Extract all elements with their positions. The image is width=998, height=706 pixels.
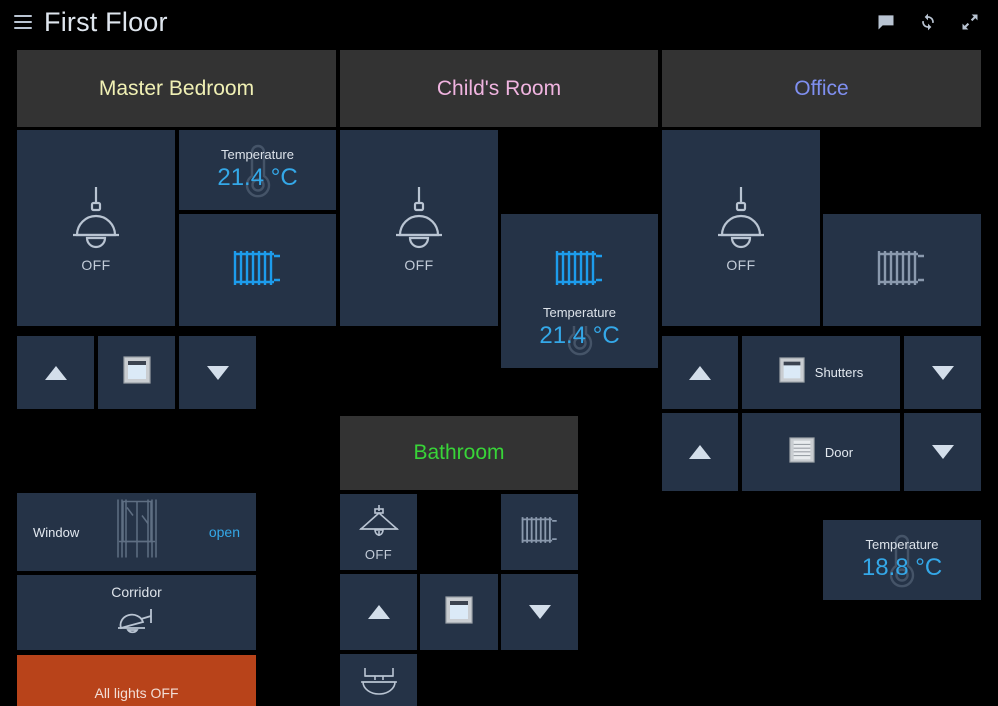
temperature-label: Temperature [221, 147, 294, 163]
arrow-down-icon [931, 445, 954, 459]
temperature-value: 18.8 °C [861, 553, 943, 581]
dashboard-canvas: Master Bedroom OFF Temperature 21.4 °C W… [0, 44, 998, 706]
shutter-up-master-bedroom[interactable] [17, 336, 94, 409]
arrow-down-icon [931, 365, 954, 380]
door-down-office[interactable] [904, 413, 981, 491]
radiator-icon [873, 242, 931, 299]
pendant-lamp-icon: OFF [388, 183, 450, 273]
shutter-stop-bathroom[interactable] [420, 574, 498, 650]
light-state-label: OFF [726, 257, 756, 273]
shutter-up-bathroom[interactable] [340, 574, 417, 650]
blind-open-icon [445, 595, 473, 629]
radiator-icon [518, 510, 562, 555]
shutters-label: Shutters [814, 365, 864, 380]
room-title: Bathroom [413, 441, 505, 464]
room-header-office[interactable]: Office [662, 50, 981, 127]
all-lights-off-label: All lights OFF [94, 684, 179, 701]
temperature-tile-master-bedroom[interactable]: Temperature 21.4 °C [179, 130, 336, 210]
radiator-icon [229, 242, 287, 299]
temperature-label: Temperature [543, 305, 616, 321]
room-title: Master Bedroom [98, 76, 255, 100]
fullscreen-icon[interactable] [960, 12, 980, 32]
pendant-lamp-icon: OFF [710, 183, 772, 273]
light-toggle-bathroom[interactable]: OFF [340, 494, 417, 570]
door-label: Door [824, 444, 854, 460]
arrow-up-icon [689, 365, 711, 380]
room-title: Office [794, 76, 849, 100]
shutter-stop-master-bedroom[interactable] [98, 336, 175, 409]
blind-open-icon [122, 356, 151, 389]
top-bar: First Floor [0, 0, 998, 44]
window-curtains-icon [105, 494, 169, 571]
light-state-label: OFF [404, 257, 434, 273]
arrow-up-icon [44, 365, 67, 380]
window-state: open [208, 524, 240, 540]
radiator-tile-master-bedroom[interactable] [179, 214, 336, 326]
arrow-up-icon [689, 445, 711, 459]
temperature-value: 21.4 °C [217, 163, 298, 191]
door-stop-office[interactable]: Door [742, 413, 900, 491]
light-toggle-childs-room[interactable]: OFF [340, 130, 498, 326]
pendant-lamp-icon: OFF [65, 183, 127, 273]
hamburger-icon[interactable] [14, 15, 32, 29]
temperature-tile-office[interactable]: Temperature 18.8 °C [823, 520, 981, 600]
arrow-down-icon [528, 605, 551, 619]
wall-lamp-icon [115, 606, 159, 641]
light-toggle-master-bedroom[interactable]: OFF [17, 130, 175, 326]
temperature-value: 21.4 °C [539, 321, 620, 349]
topbar-icons [876, 12, 984, 32]
room-header-childs-room[interactable]: Child's Room [340, 50, 658, 127]
light-state-label: OFF [81, 257, 111, 273]
blind-open-icon [779, 357, 805, 388]
ceiling-lamp-icon: OFF [357, 503, 401, 562]
arrow-up-icon [367, 605, 390, 619]
temperature-label: Temperature [865, 537, 939, 553]
radiator-tile-office[interactable] [823, 214, 981, 326]
corridor-light-tile[interactable]: Corridor [17, 575, 256, 650]
shutter-down-master-bedroom[interactable] [179, 336, 256, 409]
room-title: Child's Room [436, 76, 562, 100]
shutter-down-bathroom[interactable] [501, 574, 578, 650]
chat-icon[interactable] [876, 12, 896, 32]
all-lights-off-button[interactable]: All lights OFF [17, 655, 256, 706]
shutters-up-office[interactable] [662, 336, 738, 409]
radiator-tile-bathroom[interactable] [501, 494, 578, 570]
room-header-master-bedroom[interactable]: Master Bedroom [17, 50, 336, 127]
corridor-label: Corridor [111, 584, 162, 600]
shutters-stop-office[interactable]: Shutters [742, 336, 900, 409]
radiator-icon [551, 242, 609, 299]
light-toggle-office[interactable]: OFF [662, 130, 820, 326]
shutters-down-office[interactable] [904, 336, 981, 409]
vanity-light-icon: OFF [357, 664, 401, 706]
mirror-light-toggle-bathroom[interactable]: OFF [340, 654, 417, 706]
light-state-label: OFF [364, 546, 393, 562]
page-title: First Floor [44, 6, 168, 37]
blind-closed-icon [789, 436, 815, 468]
refresh-icon[interactable] [918, 12, 938, 32]
window-status-master-bedroom[interactable]: Window open [17, 493, 256, 571]
arrow-down-icon [206, 365, 229, 380]
room-header-bathroom[interactable]: Bathroom [340, 416, 578, 490]
door-up-office[interactable] [662, 413, 738, 491]
window-label: Window [33, 524, 80, 540]
